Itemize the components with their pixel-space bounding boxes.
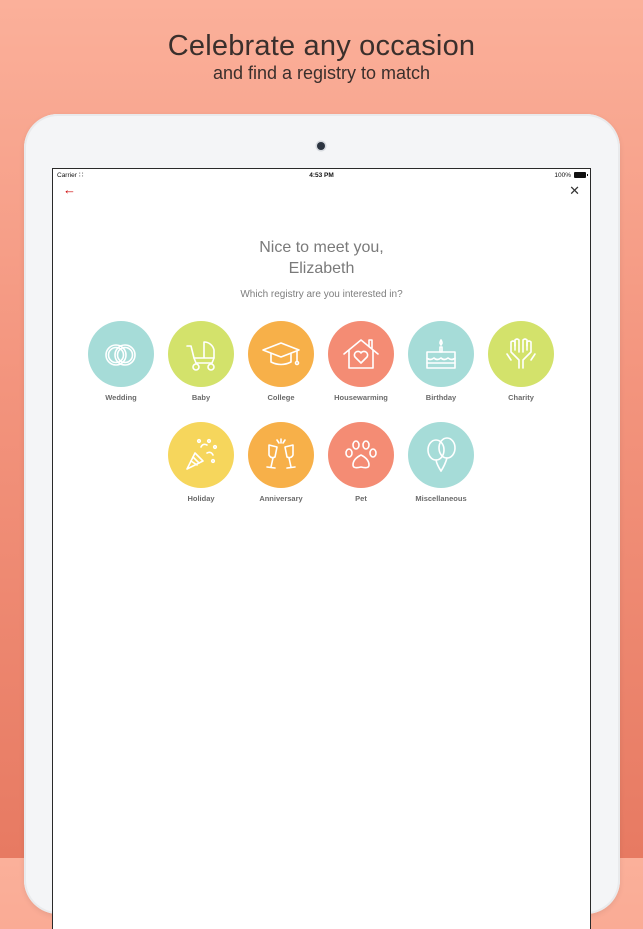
occasion-circle	[408, 321, 474, 387]
occasion-circle	[88, 321, 154, 387]
occasion-label: Anniversary	[259, 494, 303, 503]
app-screen: Carrier ∷ 4:53 PM 100% ← ✕ Nice to meet …	[53, 169, 590, 929]
graduation-cap-icon	[262, 342, 300, 366]
occasion-label: Baby	[191, 393, 211, 402]
occasion-circle	[488, 321, 554, 387]
registry-prompt: Which registry are you interested in?	[240, 289, 403, 300]
occasion-circle	[168, 321, 234, 387]
status-bar: Carrier ∷ 4:53 PM 100%	[53, 169, 590, 182]
occasion-circle	[248, 321, 314, 387]
cake-icon	[426, 339, 456, 369]
battery-percent: 100%	[554, 172, 571, 179]
battery-icon	[574, 172, 588, 178]
occasion-label: Pet	[355, 494, 367, 503]
headline-subtitle: and find a registry to match	[212, 63, 431, 83]
greeting: Nice to meet you, Elizabeth	[53, 237, 590, 279]
arrow-left-icon: ←	[63, 182, 76, 197]
occasion-college[interactable]: College	[241, 321, 321, 402]
rings-icon	[105, 344, 136, 366]
occasion-charity[interactable]: Charity	[481, 321, 561, 402]
party-popper-icon	[186, 438, 218, 470]
champagne-glasses-icon	[266, 438, 296, 469]
stroller-icon	[186, 341, 215, 371]
occasion-miscellaneous[interactable]: Miscellaneous	[401, 422, 481, 503]
occasion-pet[interactable]: Pet	[321, 422, 401, 503]
back-button[interactable]: ←	[63, 182, 76, 197]
status-time: 4:53 PM	[309, 172, 334, 179]
hands-icon	[506, 338, 536, 369]
user-name: Elizabeth	[288, 260, 355, 277]
occasion-label: Charity	[508, 393, 534, 402]
occasion-housewarming[interactable]: Housewarming	[321, 321, 401, 402]
house-heart-icon	[343, 339, 379, 369]
occasion-baby[interactable]: Baby	[161, 321, 241, 402]
occasion-wedding[interactable]: Wedding	[81, 321, 161, 402]
occasion-anniversary[interactable]: Anniversary	[241, 422, 321, 503]
balloons-icon	[427, 437, 456, 472]
close-icon: ✕	[569, 183, 580, 198]
close-button[interactable]: ✕	[569, 183, 580, 199]
headline-title: Celebrate any occasion	[167, 30, 476, 62]
occasion-label: Housewarming	[334, 393, 388, 402]
greeting-line: Nice to meet you,	[259, 239, 384, 256]
occasion-circle	[408, 422, 474, 488]
occasion-circle	[328, 422, 394, 488]
occasion-circle	[328, 321, 394, 387]
occasion-label: College	[267, 393, 295, 402]
occasion-holiday[interactable]: Holiday	[161, 422, 241, 503]
occasion-label: Wedding	[105, 393, 137, 402]
camera-icon	[317, 142, 325, 150]
ipad-frame: Carrier ∷ 4:53 PM 100% ← ✕ Nice to meet …	[24, 114, 620, 929]
occasion-circle	[168, 422, 234, 488]
occasion-birthday[interactable]: Birthday	[401, 321, 481, 402]
paw-icon	[345, 440, 377, 469]
occasion-label: Birthday	[425, 393, 457, 402]
occasion-circle	[248, 422, 314, 488]
occasion-label: Holiday	[187, 494, 215, 503]
occasion-label: Miscellaneous	[415, 494, 467, 503]
